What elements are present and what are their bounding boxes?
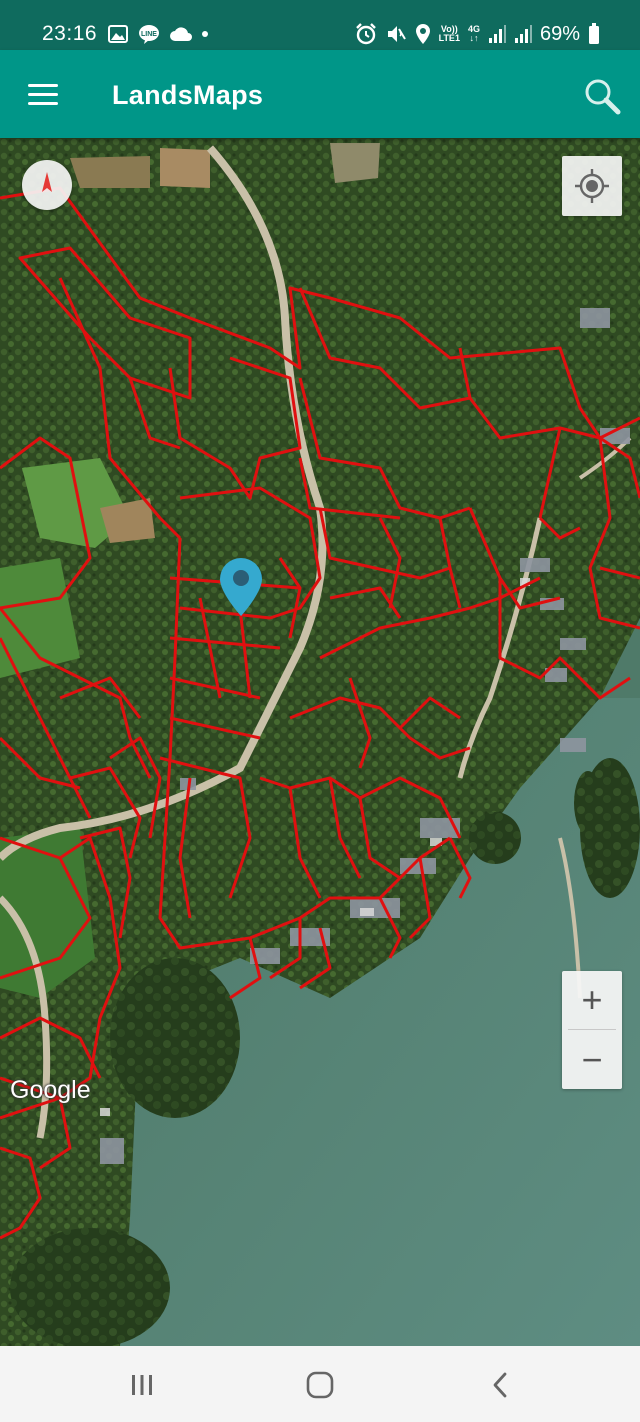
recent-apps-icon (132, 1375, 152, 1395)
notification-icons: LINE (108, 22, 208, 46)
signal-icon-2 (514, 25, 532, 43)
location-pin-icon[interactable] (218, 556, 264, 618)
status-bar: 23:16 LINE Vo)) LTE1 4G ↓↑ 69% (0, 0, 640, 50)
google-attribution: Google (10, 1076, 91, 1104)
battery-icon (589, 23, 599, 44)
cloud-icon (170, 27, 192, 41)
volte-indicator: Vo)) LTE1 (438, 24, 460, 43)
svg-text:LINE: LINE (141, 31, 157, 38)
back-button[interactable] (470, 1366, 530, 1404)
recent-apps-button[interactable] (112, 1366, 172, 1404)
search-icon[interactable] (580, 74, 624, 118)
app-bar: LandsMaps (0, 50, 640, 138)
gallery-icon (108, 25, 128, 43)
mute-icon (387, 26, 406, 42)
back-icon (493, 1372, 507, 1398)
signal-icon-1 (488, 25, 506, 43)
hamburger-menu-icon[interactable] (22, 78, 62, 112)
alarm-icon (355, 23, 376, 45)
network-gen-indicator: 4G ↓↑ (467, 24, 480, 43)
map-view[interactable]: + − Google (0, 138, 640, 1346)
compass-icon[interactable] (22, 160, 72, 210)
line-app-icon: LINE (139, 25, 159, 44)
location-icon (415, 24, 430, 44)
zoom-in-button[interactable]: + (562, 971, 622, 1029)
satellite-imagery (0, 138, 640, 1346)
system-icons: Vo)) LTE1 4G ↓↑ 69% (355, 20, 600, 48)
app-title: LandsMaps (112, 80, 264, 110)
home-icon (306, 1371, 334, 1399)
more-notifications-dot (202, 31, 208, 37)
zoom-controls: + − (562, 971, 622, 1089)
zoom-divider (568, 1029, 616, 1030)
status-time: 23:16 (42, 22, 98, 45)
my-location-button[interactable] (562, 156, 622, 216)
compass-needle-icon (42, 172, 52, 192)
zoom-out-button[interactable]: − (562, 1031, 622, 1089)
home-button[interactable] (290, 1366, 350, 1404)
my-location-icon (575, 169, 609, 203)
system-nav-bar (0, 1346, 640, 1422)
battery-percent: 69% (539, 22, 580, 45)
